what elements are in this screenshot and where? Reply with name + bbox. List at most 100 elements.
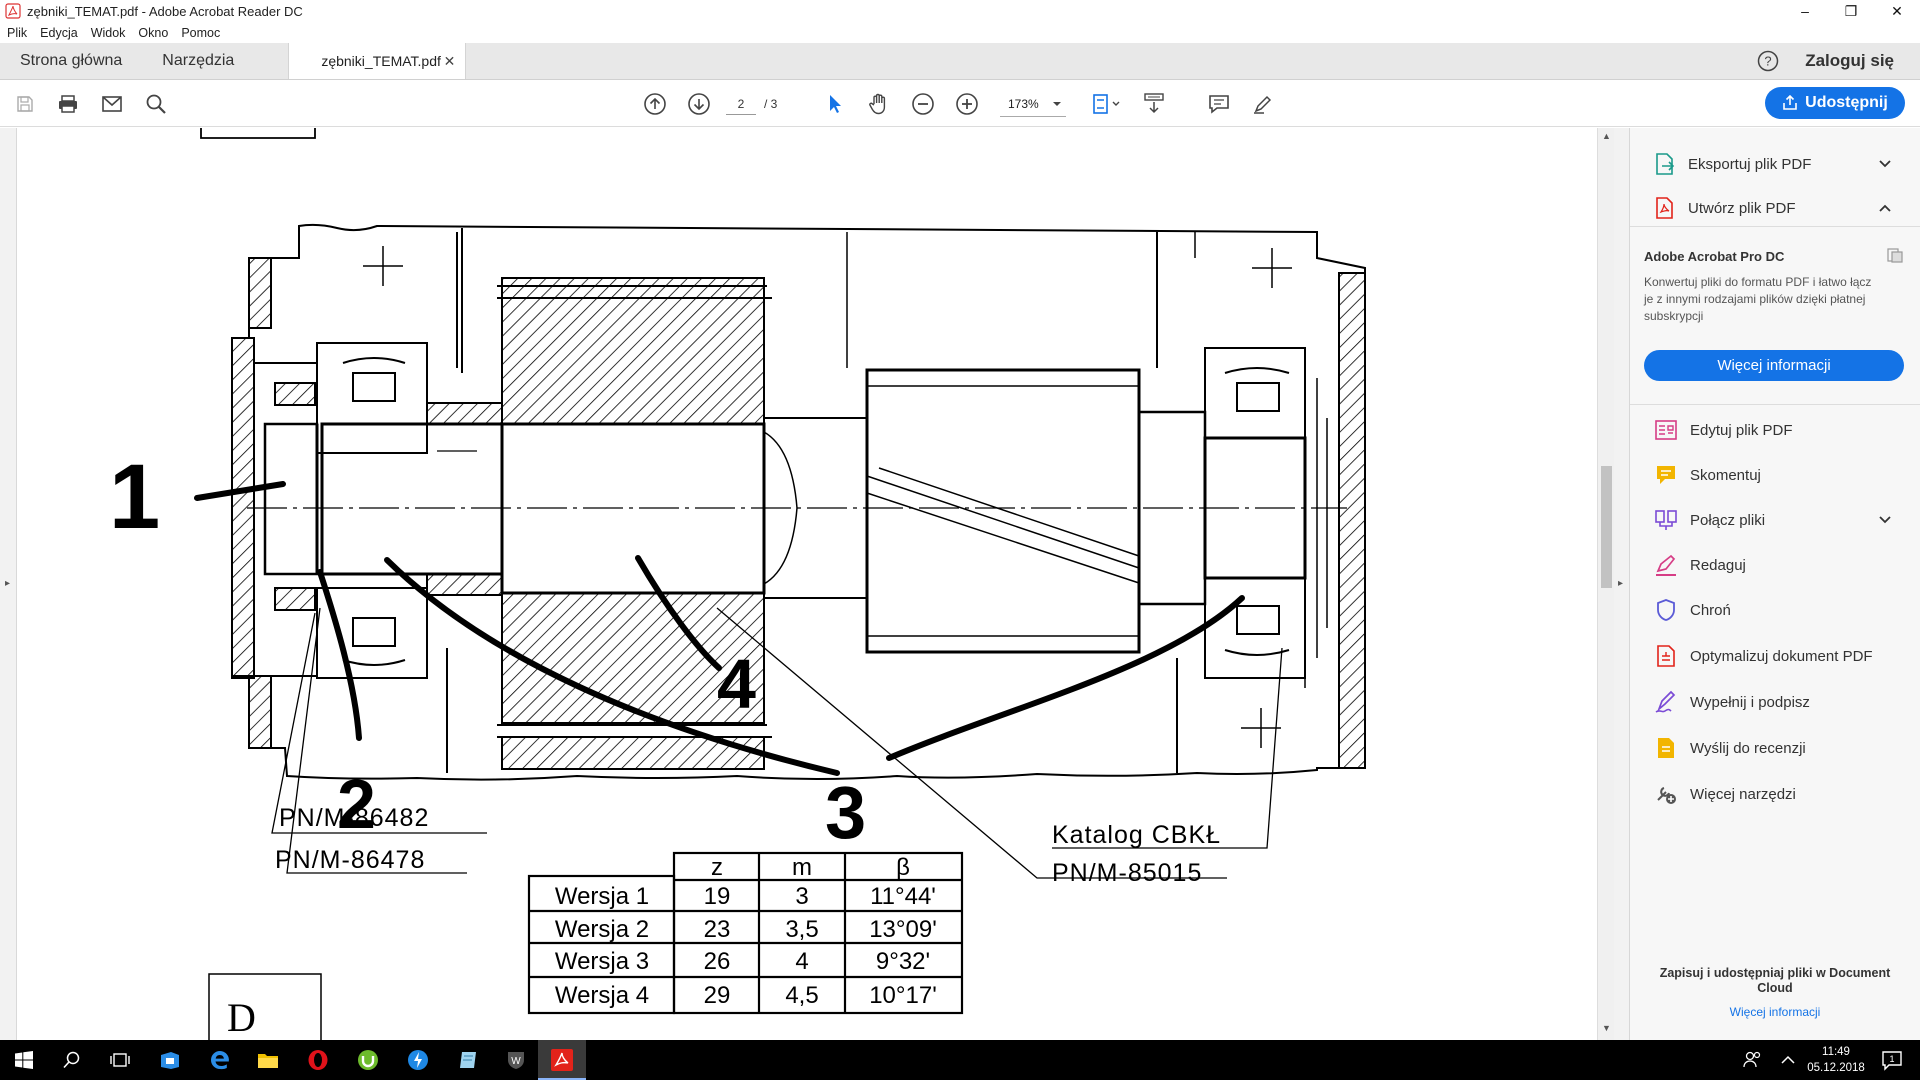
create-pdf-item[interactable]: Utwórz plik PDF — [1654, 196, 1904, 220]
tool-item-optimize[interactable]: Optymalizuj dokument PDF — [1654, 644, 1904, 668]
hand-tool-icon[interactable] — [865, 91, 893, 117]
table-row-3-z: 26 — [704, 948, 731, 975]
chevron-down-icon — [1879, 160, 1891, 168]
optimize-pdf-icon — [1657, 645, 1675, 667]
tool-item-comment[interactable]: Skomentuj — [1654, 463, 1904, 487]
opera-browser-icon[interactable] — [306, 1048, 330, 1072]
more-tools-icon — [1657, 787, 1676, 804]
tool-item-protect[interactable]: Chroń — [1654, 598, 1904, 622]
redact-icon — [1656, 554, 1676, 576]
menu-item-window[interactable]: Okno — [138, 26, 168, 40]
toolbar — [0, 81, 1920, 127]
table-header-beta: β — [896, 854, 910, 881]
comment-icon[interactable] — [1205, 91, 1233, 117]
page-number-input[interactable]: 2 — [726, 93, 756, 115]
right-panel-toggle[interactable]: ▸ — [1614, 128, 1630, 1040]
sign-in-link[interactable]: Zaloguj się — [1805, 43, 1920, 79]
highlight-pen-icon[interactable] — [1249, 91, 1277, 117]
menu-item-help[interactable]: Pomoc — [181, 26, 220, 40]
utorrent-icon[interactable] — [356, 1048, 380, 1072]
tool-label: Edytuj plik PDF — [1690, 421, 1793, 439]
restore-button[interactable]: ❐ — [1828, 0, 1874, 22]
taskbar-clock[interactable]: 11:49 05.12.2018 — [1806, 1044, 1866, 1076]
table-row-1-m: 3 — [795, 883, 808, 910]
vertical-scrollbar[interactable]: ▲ ▼ — [1597, 128, 1614, 1040]
table-row-3-label: Wersja 3 — [555, 948, 649, 975]
standard-label-85015: PN/M-85015 — [1052, 859, 1202, 887]
tab-home[interactable]: Strona główna — [0, 43, 142, 79]
help-icon[interactable]: ? — [1757, 43, 1781, 79]
tool-item-redact[interactable]: Redaguj — [1654, 553, 1904, 577]
task-view-icon[interactable] — [108, 1048, 132, 1072]
tool-item-combine[interactable]: Połącz pliki — [1654, 508, 1904, 532]
close-window-button[interactable]: ✕ — [1874, 0, 1920, 22]
edge-browser-icon[interactable] — [208, 1048, 232, 1072]
menu-item-file[interactable]: Plik — [7, 26, 27, 40]
scrollbar-thumb[interactable] — [1601, 466, 1612, 588]
left-panel-toggle[interactable]: ▸ — [0, 128, 17, 1040]
menu-item-edit[interactable]: Edycja — [40, 26, 78, 40]
document-cloud-more-link[interactable]: Więcej informacji — [1650, 1005, 1900, 1019]
tab-bar: Strona główna Narzędzia zębniki_TEMAT.pd… — [0, 43, 1920, 80]
export-pdf-label: Eksportuj plik PDF — [1688, 155, 1812, 173]
previous-page-icon[interactable] — [641, 91, 669, 117]
send-review-icon — [1658, 738, 1674, 758]
handwritten-number-3: 3 — [825, 771, 866, 854]
svg-text:?: ? — [1765, 54, 1772, 69]
search-icon[interactable] — [60, 1048, 84, 1072]
tab-tools[interactable]: Narzędzia — [142, 43, 254, 79]
tab-close-icon[interactable]: ✕ — [444, 53, 456, 70]
next-page-icon[interactable] — [685, 91, 713, 117]
people-icon[interactable] — [1740, 1048, 1764, 1072]
more-info-button[interactable]: Więcej informacji — [1644, 350, 1904, 381]
windows-start-icon[interactable] — [12, 1048, 36, 1072]
share-icon — [1783, 95, 1797, 110]
document-view[interactable]: 1 2 3 4 PN/M-86482 PN/M-86478 Katalog CB… — [17, 128, 1597, 1040]
tool-item-send-review[interactable]: Wyślij do recenzji — [1654, 736, 1904, 760]
scrolling-mode-icon[interactable] — [1140, 91, 1168, 117]
tool-item-fill-sign[interactable]: Wypełnij i podpisz — [1654, 690, 1904, 714]
table-row-4-beta: 10°17' — [869, 982, 937, 1009]
notes-app-icon[interactable] — [456, 1048, 480, 1072]
app-launcher-icon[interactable] — [406, 1048, 430, 1072]
table-row-1-beta: 11°44' — [870, 883, 936, 910]
select-tool-icon[interactable] — [821, 91, 849, 117]
chevron-down-icon — [1879, 516, 1891, 524]
scroll-down-icon[interactable]: ▼ — [1602, 1023, 1611, 1033]
zoom-value: 173% — [1008, 96, 1039, 111]
table-header-z: z — [711, 854, 723, 881]
zoom-dropdown[interactable]: 173% — [1000, 91, 1066, 117]
comment-tool-icon — [1657, 466, 1675, 484]
tool-item-edit-pdf[interactable]: Edytuj plik PDF — [1654, 418, 1904, 442]
tool-label: Optymalizuj dokument PDF — [1690, 647, 1873, 665]
show-hidden-icons[interactable] — [1776, 1048, 1800, 1072]
expand-left-icon: ▸ — [5, 578, 11, 589]
zoom-in-icon[interactable] — [953, 91, 981, 117]
box-label-d: D — [227, 995, 257, 1040]
clock-date: 05.12.2018 — [1807, 1062, 1865, 1074]
promo-title: Adobe Acrobat Pro DC — [1644, 249, 1785, 264]
zoom-out-icon[interactable] — [909, 91, 937, 117]
share-button[interactable]: Udostępnij — [1765, 87, 1905, 119]
scroll-up-icon[interactable]: ▲ — [1602, 131, 1611, 141]
print-icon[interactable] — [54, 91, 82, 117]
search-icon[interactable] — [142, 91, 170, 117]
tools-pane: Eksportuj plik PDF Utwórz plik PDF Adobe… — [1630, 128, 1920, 1040]
export-pdf-item[interactable]: Eksportuj plik PDF — [1654, 152, 1904, 176]
tool-item-more-tools[interactable]: Więcej narzędzi — [1654, 782, 1904, 806]
acrobat-taskbar-icon[interactable] — [550, 1048, 574, 1072]
game-launcher-icon[interactable]: W — [504, 1048, 528, 1072]
menu-item-view[interactable]: Widok — [91, 26, 126, 40]
fit-page-icon[interactable] — [1090, 91, 1124, 117]
file-explorer-icon[interactable] — [256, 1048, 280, 1072]
email-icon[interactable] — [98, 91, 126, 117]
window-title: zębniki_TEMAT.pdf - Adobe Acrobat Reader… — [27, 3, 303, 19]
tab-document[interactable]: zębniki_TEMAT.pdf ✕ — [288, 43, 467, 79]
minimize-button[interactable]: – — [1782, 0, 1828, 22]
store-app-icon[interactable] — [158, 1048, 182, 1072]
notification-count: 1 — [1889, 1054, 1894, 1064]
chevron-up-icon — [1879, 204, 1891, 212]
clock-time: 11:49 — [1822, 1046, 1850, 1058]
save-icon[interactable] — [11, 91, 39, 117]
notification-center-icon[interactable]: 1 — [1880, 1048, 1904, 1072]
